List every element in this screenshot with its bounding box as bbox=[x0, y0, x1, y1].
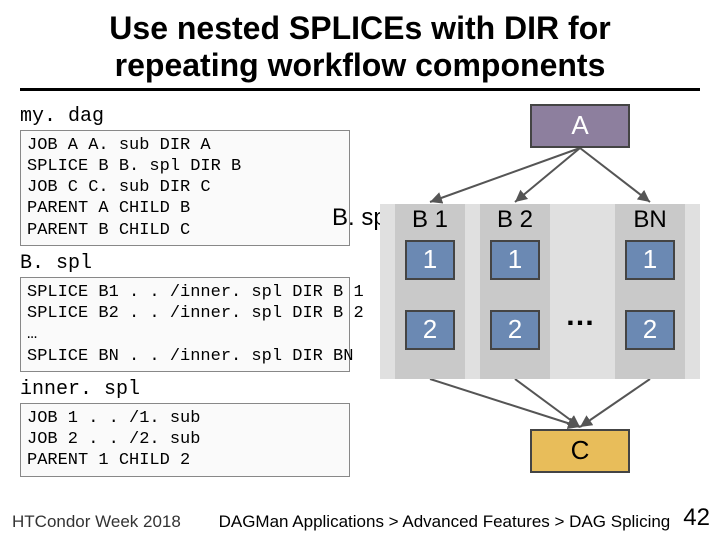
file3-label: inner. spl bbox=[20, 378, 350, 401]
node-bn-1: 1 bbox=[625, 240, 675, 280]
subcol-b1-label: B 1 bbox=[395, 204, 465, 234]
file2-label: B. spl bbox=[20, 252, 350, 275]
slide-content: my. dag JOB A A. sub DIR A SPLICE B B. s… bbox=[0, 91, 720, 511]
file2-code: SPLICE B1 . . /inner. spl DIR B 1 SPLICE… bbox=[20, 277, 350, 372]
ellipsis: … bbox=[565, 299, 597, 333]
node-b2-1: 1 bbox=[490, 240, 540, 280]
dag-graph: A B. spl B 1 1 2 B 2 1 2 … BN 1 2 C bbox=[380, 99, 700, 479]
bspl-container: B 1 1 2 B 2 1 2 … BN 1 2 bbox=[380, 204, 700, 379]
subcol-bn-label: BN bbox=[615, 204, 685, 234]
node-b2-2: 2 bbox=[490, 310, 540, 350]
footer-left: HTCondor Week 2018 bbox=[12, 512, 181, 532]
subcol-b2: B 2 1 2 bbox=[480, 204, 550, 379]
node-a: A bbox=[530, 104, 630, 148]
slide-number: 42 bbox=[683, 504, 710, 532]
node-b1-1: 1 bbox=[405, 240, 455, 280]
breadcrumb: DAGMan Applications > Advanced Features … bbox=[162, 512, 708, 532]
subcol-b1: B 1 1 2 bbox=[395, 204, 465, 379]
file3-code: JOB 1 . . /1. sub JOB 2 . . /2. sub PARE… bbox=[20, 403, 350, 477]
node-b1-2: 2 bbox=[405, 310, 455, 350]
subcol-b2-label: B 2 bbox=[480, 204, 550, 234]
file1-label: my. dag bbox=[20, 105, 350, 128]
slide-title: Use nested SPLICEs with DIR for repeatin… bbox=[20, 0, 700, 91]
file1-code: JOB A A. sub DIR A SPLICE B B. spl DIR B… bbox=[20, 130, 350, 246]
footer: HTCondor Week 2018 42 DAGMan Application… bbox=[0, 512, 720, 532]
subcol-bn: BN 1 2 bbox=[615, 204, 685, 379]
code-column: my. dag JOB A A. sub DIR A SPLICE B B. s… bbox=[20, 99, 350, 477]
node-c: C bbox=[530, 429, 630, 473]
node-bn-2: 2 bbox=[625, 310, 675, 350]
